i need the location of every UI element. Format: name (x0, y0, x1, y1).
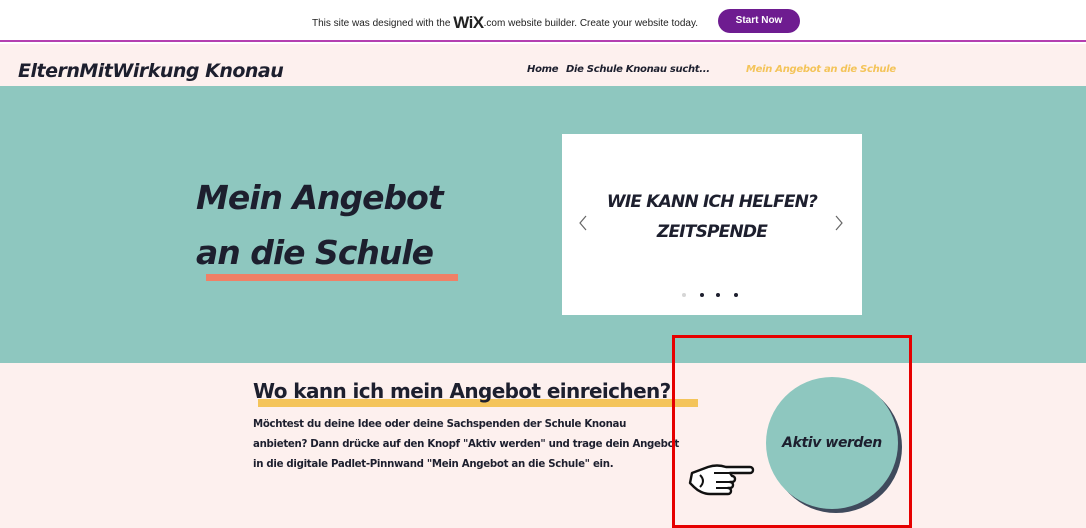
slide-indicator (678, 290, 748, 300)
slide-heading: WIE KANN ICH HELFEN? (606, 192, 818, 212)
hero-title-line2: an die Schule (196, 233, 434, 272)
hero-underline (206, 274, 458, 281)
nav-item-home[interactable]: Home (527, 64, 559, 75)
hero-title: Mein Angebot an die Schule (196, 170, 444, 280)
wix-banner-text: This site was designed with the WiX.com … (312, 13, 698, 33)
slideshow: WIE KANN ICH HELFEN? ZEITSPENDE (562, 134, 862, 315)
slide-dot[interactable] (716, 293, 720, 297)
section-body: Möchtest du deine Idee oder deine Sachsp… (253, 419, 679, 470)
site-title[interactable]: ElternMitWirkung Knonau (18, 60, 284, 82)
section-title: Wo kann ich mein Angebot einreichen? (253, 379, 671, 403)
hero-title-line1: Mein Angebot (196, 178, 444, 217)
aktiv-werden-label: Aktiv werden (782, 435, 882, 451)
wix-logo[interactable]: WiX (453, 13, 484, 32)
site-header: ElternMitWirkung Knonau Home Die Schule … (0, 44, 1086, 86)
wix-text-after: .com website builder. Create your websit… (483, 18, 699, 29)
slide-subheading: ZEITSPENDE (656, 222, 768, 242)
slide-dot[interactable] (682, 293, 686, 297)
hero-section: Mein Angebot an die Schule WIE KANN ICH … (0, 86, 1086, 363)
start-now-button[interactable]: Start Now (718, 9, 800, 33)
chevron-right-icon[interactable] (832, 214, 846, 234)
chevron-left-icon[interactable] (576, 214, 590, 234)
nav-item-mein-angebot[interactable]: Mein Angebot an die Schule (746, 64, 896, 75)
wix-text-before: This site was designed with the (312, 18, 454, 29)
nav-item-schule-sucht[interactable]: Die Schule Knonau sucht... (566, 64, 710, 75)
offer-section: Wo kann ich mein Angebot einreichen? Möc… (0, 363, 1086, 528)
slide-dot[interactable] (734, 293, 738, 297)
slide-dot[interactable] (700, 293, 704, 297)
wix-banner: This site was designed with the WiX.com … (0, 0, 1086, 42)
aktiv-werden-button[interactable]: Aktiv werden (766, 377, 898, 509)
pointing-hand-icon (686, 453, 756, 505)
